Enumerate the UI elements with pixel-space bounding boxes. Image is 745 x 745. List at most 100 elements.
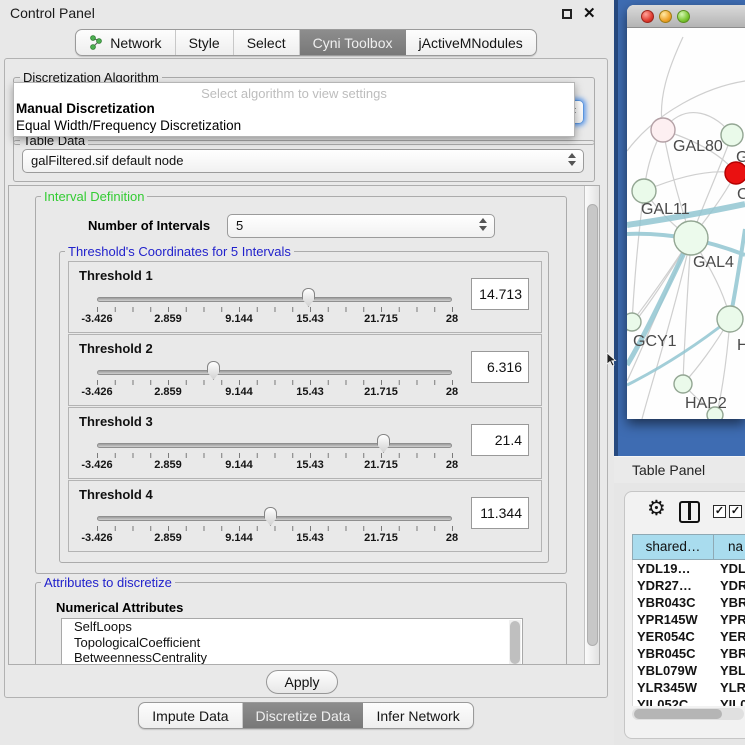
cell[interactable]: YLR345W bbox=[633, 679, 715, 696]
checkbox-icon[interactable]: ✓ bbox=[713, 505, 726, 518]
settings-scroll-thumb[interactable] bbox=[587, 204, 598, 646]
cell[interactable]: YDL19… bbox=[633, 560, 715, 577]
node-gcy1[interactable] bbox=[627, 313, 641, 331]
control-panel-title: Control Panel bbox=[10, 5, 95, 21]
threshold-3-value-field[interactable]: 21.4 bbox=[471, 424, 529, 456]
cell[interactable]: YIL052C bbox=[633, 696, 715, 706]
tab-style[interactable]: Style bbox=[176, 30, 234, 55]
table-browser: ⚙ ✓ ✓ shared… na YDL19…YDL1 YDR27…YDR2 Y… bbox=[624, 491, 745, 739]
tab-network-label: Network bbox=[110, 35, 161, 51]
table-row[interactable]: YIL052CYIL0 bbox=[633, 696, 745, 706]
tab-cyni-toolbox[interactable]: Cyni Toolbox bbox=[300, 30, 406, 55]
cell[interactable]: YBL079W bbox=[633, 662, 715, 679]
table-row[interactable]: YBL079WYBL0 bbox=[633, 662, 745, 679]
network-window-titlebar[interactable] bbox=[627, 5, 745, 28]
cell[interactable]: YBR0 bbox=[715, 645, 745, 662]
column-header-name[interactable]: na bbox=[713, 534, 745, 560]
threshold-4-slider-thumb[interactable] bbox=[264, 507, 277, 526]
node-top-right[interactable] bbox=[721, 124, 743, 146]
checkbox-icon[interactable]: ✓ bbox=[729, 505, 742, 518]
attributes-list-scrollbar[interactable] bbox=[509, 620, 521, 665]
cell[interactable]: YPR1 bbox=[715, 611, 745, 628]
zoom-traffic-icon[interactable] bbox=[677, 10, 690, 23]
table-horizontal-scrollbar[interactable] bbox=[632, 708, 744, 720]
table-data-combobox[interactable]: galFiltered.sif default node bbox=[22, 149, 584, 173]
threshold-2-slider-track[interactable] bbox=[97, 370, 452, 375]
threshold-1-value-field[interactable]: 14.713 bbox=[471, 278, 529, 310]
tick-label: -3.426 bbox=[81, 532, 112, 544]
cell[interactable]: YDR2 bbox=[715, 577, 745, 594]
cell[interactable]: YDR27… bbox=[633, 577, 715, 594]
table-header-row: shared… na bbox=[632, 534, 745, 560]
dropdown-option-manual[interactable]: Manual Discretization bbox=[14, 101, 574, 118]
node-gal80[interactable] bbox=[651, 118, 675, 142]
table-row[interactable]: YPR145WYPR1 bbox=[633, 611, 745, 628]
threshold-4-value-field[interactable]: 11.344 bbox=[471, 497, 529, 529]
table-row[interactable]: YDL19…YDL1 bbox=[633, 560, 745, 577]
attribute-item-topologicalcoefficient[interactable]: TopologicalCoefficient bbox=[62, 635, 522, 651]
threshold-1-slider-thumb[interactable] bbox=[302, 288, 315, 307]
combo-stepper-icon[interactable] bbox=[567, 153, 576, 166]
tick-label: -3.426 bbox=[81, 459, 112, 471]
threshold-4-ticks bbox=[97, 526, 454, 531]
cell[interactable]: YBR045C bbox=[633, 645, 715, 662]
tab-infer-network[interactable]: Infer Network bbox=[363, 703, 472, 728]
node-label-c: C bbox=[737, 186, 745, 204]
apply-button[interactable]: Apply bbox=[266, 670, 338, 694]
tab-select[interactable]: Select bbox=[234, 30, 300, 55]
node-gal4[interactable] bbox=[674, 221, 708, 255]
cell[interactable]: YBR0 bbox=[715, 594, 745, 611]
network-graph bbox=[627, 29, 745, 419]
column-header-shared-name[interactable]: shared… bbox=[632, 534, 714, 560]
cell[interactable]: YBR043C bbox=[633, 594, 715, 611]
num-intervals-combobox[interactable]: 5 bbox=[227, 214, 495, 238]
cell[interactable]: YER0 bbox=[715, 628, 745, 645]
node-right-h[interactable] bbox=[717, 306, 743, 332]
threshold-1-slider-track[interactable] bbox=[97, 297, 452, 302]
threshold-2-panel: Threshold 2 -3.426 2.859 9.144 15.43 21.… bbox=[68, 334, 542, 406]
network-canvas[interactable]: GAL80 GA GAL11 C GAL4 GCY1 H HAP2 bbox=[627, 29, 745, 419]
gear-icon[interactable]: ⚙ bbox=[647, 496, 666, 521]
mouse-cursor bbox=[606, 352, 617, 367]
settings-vertical-scrollbar[interactable] bbox=[584, 186, 599, 664]
attribute-item-betweennesscentrality[interactable]: BetweennessCentrality bbox=[62, 650, 522, 665]
threshold-2-value-field[interactable]: 6.316 bbox=[471, 351, 529, 383]
cell[interactable]: YDL1 bbox=[715, 560, 745, 577]
thresholds-group-box: Threshold 1 -3.426 2.859 9.144 15.43 21.… bbox=[59, 251, 549, 563]
close-traffic-icon[interactable] bbox=[641, 10, 654, 23]
tab-infer-network-label: Infer Network bbox=[376, 708, 459, 724]
cell[interactable]: YLR3 bbox=[715, 679, 745, 696]
node-gal11[interactable] bbox=[632, 179, 656, 203]
table-row[interactable]: YBR043CYBR0 bbox=[633, 594, 745, 611]
combo-stepper-icon[interactable] bbox=[478, 218, 487, 231]
attribute-item-selfloops[interactable]: SelfLoops bbox=[62, 619, 522, 635]
table-row[interactable]: YDR27…YDR2 bbox=[633, 577, 745, 594]
attributes-list-scroll-thumb[interactable] bbox=[510, 621, 520, 664]
close-icon[interactable]: ✕ bbox=[583, 4, 596, 22]
cell[interactable]: YIL0 bbox=[715, 696, 745, 706]
dropdown-option-equal-width[interactable]: Equal Width/Frequency Discretization bbox=[14, 118, 574, 135]
tick-label: 21.715 bbox=[364, 313, 398, 325]
threshold-2-ticks bbox=[97, 380, 454, 385]
cell[interactable]: YER054C bbox=[633, 628, 715, 645]
threshold-2-slider-thumb[interactable] bbox=[207, 361, 220, 380]
float-window-icon[interactable] bbox=[562, 9, 572, 19]
tab-jactivemnodules[interactable]: jActiveMNodules bbox=[406, 30, 536, 55]
threshold-3-slider-thumb[interactable] bbox=[377, 434, 390, 453]
dropdown-hint: Select algorithm to view settings bbox=[14, 83, 574, 101]
table-scroll-thumb[interactable] bbox=[634, 709, 722, 719]
tick-label: 9.144 bbox=[225, 532, 253, 544]
node-hap2[interactable] bbox=[674, 375, 692, 393]
tick-label: 9.144 bbox=[225, 313, 253, 325]
table-row[interactable]: YLR345WYLR3 bbox=[633, 679, 745, 696]
cell[interactable]: YBL0 bbox=[715, 662, 745, 679]
table-row[interactable]: YER054CYER0 bbox=[633, 628, 745, 645]
tab-network[interactable]: Network bbox=[76, 30, 175, 55]
tab-discretize-data[interactable]: Discretize Data bbox=[243, 703, 364, 728]
cell[interactable]: YPR145W bbox=[633, 611, 715, 628]
columns-icon[interactable] bbox=[679, 501, 700, 523]
threshold-3-slider-track[interactable] bbox=[97, 443, 452, 448]
minimize-traffic-icon[interactable] bbox=[659, 10, 672, 23]
table-row[interactable]: YBR045CYBR0 bbox=[633, 645, 745, 662]
tab-impute-data[interactable]: Impute Data bbox=[139, 703, 242, 728]
